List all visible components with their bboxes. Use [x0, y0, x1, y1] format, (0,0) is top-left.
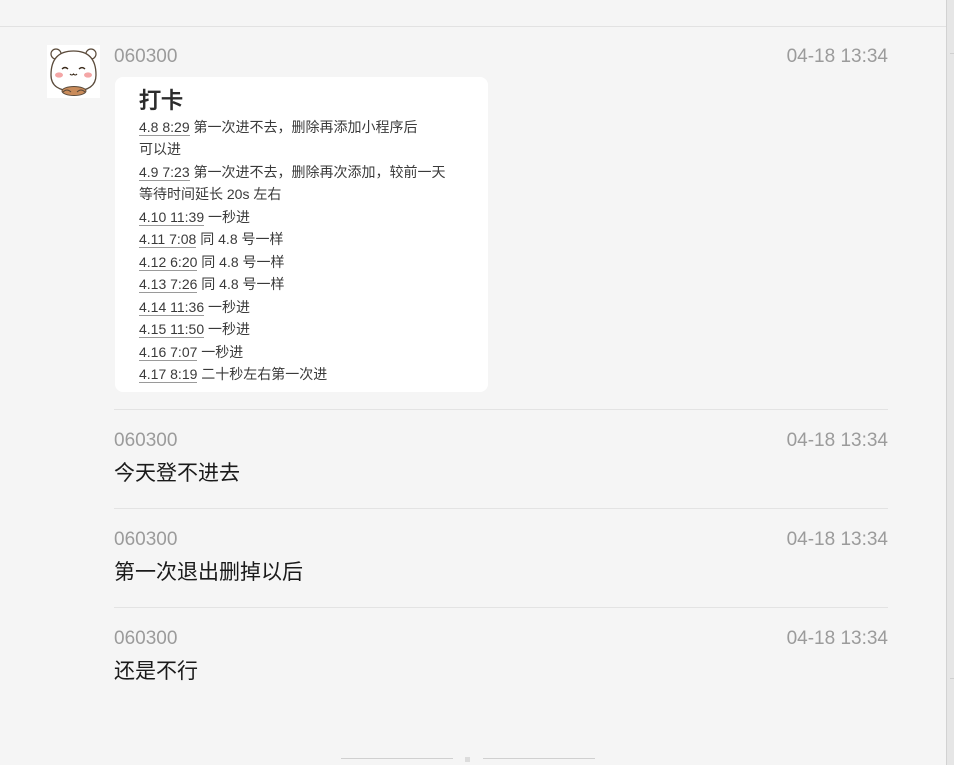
message-text[interactable]: 今天登不进去: [114, 461, 240, 487]
image-line-date: 4.10 11:39: [139, 209, 205, 226]
scrollbar[interactable]: [946, 0, 954, 765]
sender-name[interactable]: 060300: [114, 46, 177, 68]
footer-line-right: [483, 758, 595, 759]
avatar[interactable]: [47, 45, 100, 98]
image-title: 打卡: [139, 88, 184, 113]
image-line-text: 一秒进: [204, 299, 251, 315]
chat-page: 060300 04-18 13:34 打卡 4.8 8:29 第一次进不去，删除…: [0, 0, 954, 765]
image-text-line: 4.17 8:19 二十秒左右第一次进: [139, 365, 327, 383]
message-text[interactable]: 第一次退出删掉以后: [114, 560, 303, 586]
message-divider: [114, 409, 888, 410]
image-attachment[interactable]: 打卡 4.8 8:29 第一次进不去，删除再添加小程序后 可以进 4.9 7:2…: [115, 77, 488, 392]
image-line-text: 第一次进不去，删除再次添加，较前一天: [189, 164, 446, 180]
image-text-line: 等待时间延长 20s 左右: [139, 185, 281, 203]
sender-name[interactable]: 060300: [114, 628, 177, 650]
image-line-date: 4.11 7:08: [139, 231, 197, 248]
image-line-date: 4.13 7:26: [139, 276, 198, 293]
message-time: 04-18 13:34: [786, 46, 888, 67]
image-text-line: 4.11 7:08 同 4.8 号一样: [139, 230, 284, 248]
sender-name[interactable]: 060300: [114, 430, 177, 452]
scroll-mark: [950, 53, 954, 54]
image-line-text: 等待时间延长 20s 左右: [139, 186, 282, 202]
image-text-line: 4.8 8:29 第一次进不去，删除再添加小程序后: [139, 118, 418, 136]
image-line-text: 可以进: [139, 141, 181, 157]
image-line-text: 二十秒左右第一次进: [197, 366, 328, 382]
hamster-avatar-icon: [47, 45, 100, 98]
image-text-line: 4.9 7:23 第一次进不去，删除再次添加，较前一天: [139, 163, 446, 181]
image-text-line: 4.10 11:39 一秒进: [139, 208, 250, 226]
image-line-date: 4.12 6:20: [139, 254, 198, 271]
image-text-line: 4.12 6:20 同 4.8 号一样: [139, 253, 285, 271]
message-time: 04-18 13:34: [786, 529, 888, 550]
image-line-date: 4.17 8:19: [139, 366, 198, 383]
footer-line-left: [341, 758, 453, 759]
image-line-text: 一秒进: [204, 321, 251, 337]
image-line-text: 第一次进不去，删除再添加小程序后: [189, 119, 418, 135]
message-divider: [114, 607, 888, 608]
message-divider: [114, 508, 888, 509]
image-line-text: 同 4.8 号一样: [197, 276, 285, 292]
message-item: 060300 04-18 13:34 第一次退出删掉以后: [114, 529, 888, 589]
sender-name[interactable]: 060300: [114, 529, 177, 551]
image-text-line: 4.16 7:07 一秒进: [139, 343, 243, 361]
top-bar: [0, 0, 946, 27]
image-text-line: 4.13 7:26 同 4.8 号一样: [139, 275, 285, 293]
image-line-date: 4.8 8:29: [139, 119, 190, 136]
image-line-text: 同 4.8 号一样: [196, 231, 284, 247]
image-line-date: 4.15 11:50: [139, 321, 205, 338]
message-item: 060300 04-18 13:34 还是不行: [114, 628, 888, 688]
image-line-text: 同 4.8 号一样: [197, 254, 285, 270]
image-text-line: 4.14 11:36 一秒进: [139, 298, 250, 316]
footer-dot: [465, 757, 470, 762]
image-text-line: 4.15 11:50 一秒进: [139, 320, 250, 338]
image-line-date: 4.9 7:23: [139, 164, 190, 181]
image-line-date: 4.16 7:07: [139, 344, 198, 361]
message-text[interactable]: 还是不行: [114, 659, 198, 685]
message-item: 060300 04-18 13:34 今天登不进去: [114, 430, 888, 490]
message-time: 04-18 13:34: [786, 430, 888, 451]
image-line-date: 4.14 11:36: [139, 299, 205, 316]
message-time: 04-18 13:34: [786, 628, 888, 649]
image-line-text: 一秒进: [204, 209, 251, 225]
scroll-mark: [950, 678, 954, 679]
image-line-text: 一秒进: [197, 344, 244, 360]
image-text-line: 可以进: [139, 140, 181, 158]
